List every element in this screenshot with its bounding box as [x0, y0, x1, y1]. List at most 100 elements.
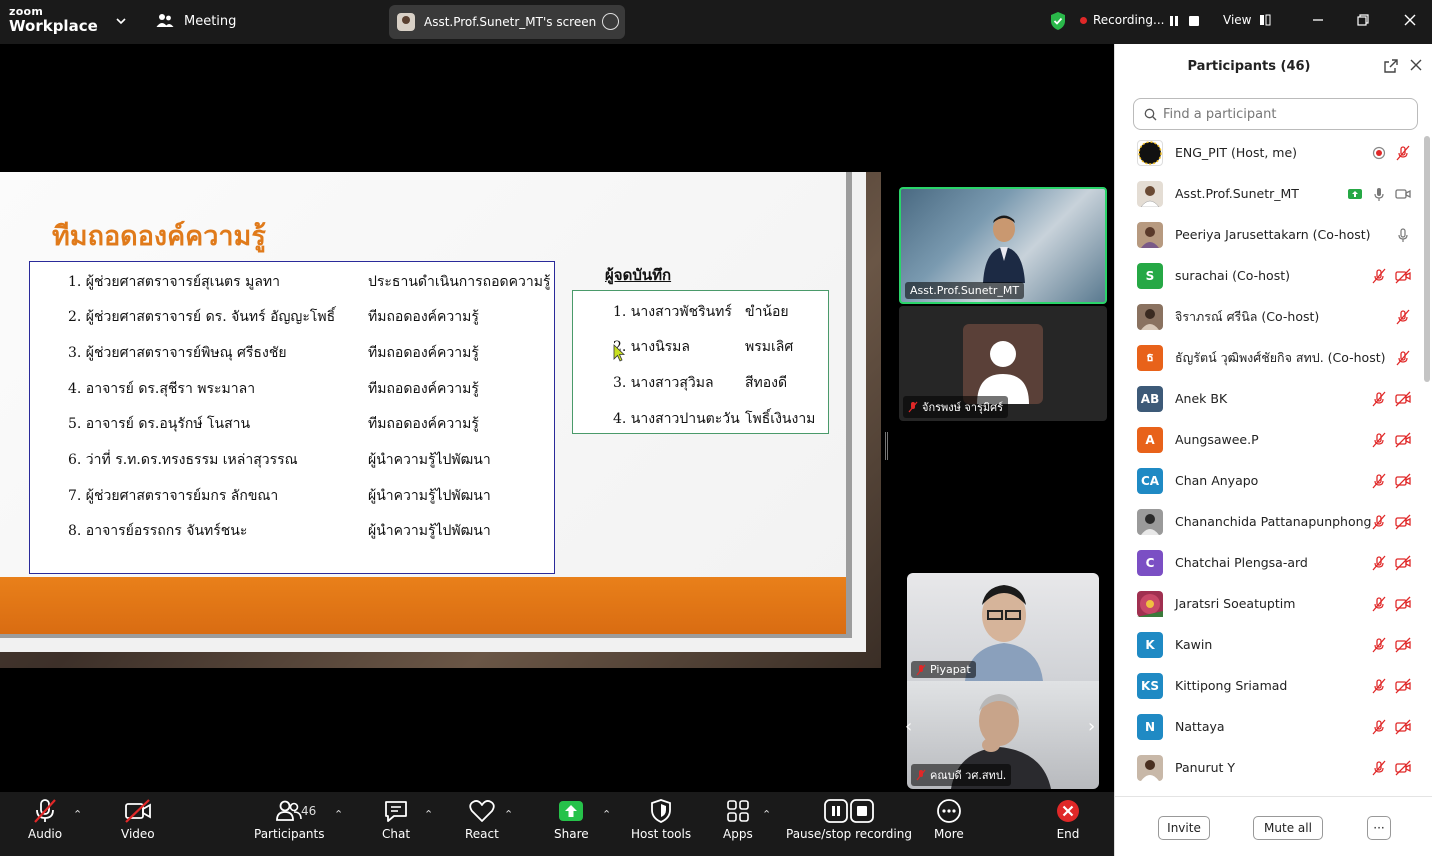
- security-shield-icon[interactable]: [1049, 11, 1067, 31]
- chat-button[interactable]: Chat: [382, 798, 410, 841]
- participant-row[interactable]: A Aungsawee.P: [1115, 419, 1425, 460]
- participant-row[interactable]: Panurut Y: [1115, 747, 1425, 788]
- video-off-icon[interactable]: [1395, 719, 1411, 735]
- share-options-caret[interactable]: ⌃: [602, 808, 611, 821]
- host-tools-button[interactable]: Host tools: [631, 798, 691, 841]
- video-off-icon[interactable]: [1395, 760, 1411, 776]
- muted-mic-icon[interactable]: [1395, 145, 1411, 161]
- video-off-icon[interactable]: [1395, 514, 1411, 530]
- participant-search[interactable]: [1133, 98, 1418, 130]
- muted-mic-icon[interactable]: [1371, 596, 1387, 612]
- close-window-icon[interactable]: [1402, 12, 1418, 28]
- video-off-icon[interactable]: [1395, 637, 1411, 653]
- muted-mic-icon[interactable]: [1395, 350, 1411, 366]
- muted-mic-icon[interactable]: [1371, 760, 1387, 776]
- participant-list-scrollbar[interactable]: [1424, 136, 1430, 382]
- muted-mic-icon[interactable]: [1395, 309, 1411, 325]
- video-off-icon[interactable]: [1395, 555, 1411, 571]
- video-thumbnail-avatar[interactable]: จักรพงษ์ จารุมิศร์: [899, 306, 1107, 421]
- muted-mic-icon[interactable]: [1371, 391, 1387, 407]
- react-button[interactable]: React: [465, 798, 499, 841]
- share-button[interactable]: Share: [554, 798, 589, 841]
- participant-row[interactable]: S surachai (Co-host): [1115, 255, 1425, 296]
- participant-row[interactable]: Peeriya Jarusettakarn (Co-host): [1115, 214, 1425, 255]
- video-thumbnail-dean[interactable]: คณบดี วศ.สทป.: [907, 681, 1099, 789]
- react-options-caret[interactable]: ⌃: [504, 808, 513, 821]
- pause-icon[interactable]: [1167, 14, 1181, 28]
- meeting-menu[interactable]: Meeting: [156, 13, 236, 29]
- apps-button[interactable]: Apps: [723, 798, 753, 841]
- video-off-icon[interactable]: [1395, 432, 1411, 448]
- member-row: 8. อาจารย์อรรถกร จันทร์ชนะ ผู้นำความรู้ไป…: [68, 523, 491, 539]
- video-off-icon[interactable]: [1395, 268, 1411, 284]
- participant-row[interactable]: ธ ธัญรัตน์ วุฒิพงศ์ชัยกิจ สทป. (Co-host): [1115, 337, 1425, 378]
- muted-mic-icon[interactable]: [1371, 555, 1387, 571]
- muted-mic-icon[interactable]: [1371, 268, 1387, 284]
- participant-row[interactable]: CA Chan Anyapo: [1115, 460, 1425, 501]
- audio-button[interactable]: Audio: [28, 798, 62, 841]
- more-options-icon[interactable]: [602, 13, 619, 30]
- mic-icon[interactable]: [1371, 186, 1387, 202]
- participant-row[interactable]: Jaratsri Soeatuptim: [1115, 583, 1425, 624]
- participant-row[interactable]: AB Anek BK: [1115, 378, 1425, 419]
- muted-mic-icon[interactable]: [1371, 432, 1387, 448]
- participant-row[interactable]: ENG_PIT (Host, me): [1115, 132, 1425, 173]
- video-off-icon[interactable]: [1395, 596, 1411, 612]
- pause-stop-recording-button[interactable]: Pause/stop recording: [786, 798, 912, 841]
- next-page-icon[interactable]: ›: [1088, 716, 1095, 737]
- muted-mic-icon[interactable]: [1371, 473, 1387, 489]
- participant-row[interactable]: Chananchida Pattanapunphong: [1115, 501, 1425, 542]
- participant-row[interactable]: K Kawin: [1115, 624, 1425, 665]
- audio-options-caret[interactable]: ⌃: [73, 808, 82, 821]
- restore-icon[interactable]: [1355, 12, 1371, 28]
- mic-icon[interactable]: [1395, 227, 1411, 243]
- apps-options-caret[interactable]: ⌃: [762, 808, 771, 821]
- chat-options-caret[interactable]: ⌃: [424, 808, 433, 821]
- video-camera-icon[interactable]: [1395, 186, 1411, 202]
- slide-canvas: ทีมถอดองค์ความรู้ 1. ผู้ช่วยศาสตราจารย์ส…: [0, 172, 846, 634]
- close-panel-icon[interactable]: [1409, 58, 1423, 72]
- video-button[interactable]: Video: [121, 798, 155, 841]
- muted-mic-icon[interactable]: [1371, 719, 1387, 735]
- mute-all-button[interactable]: Mute all: [1253, 816, 1323, 840]
- pop-out-icon[interactable]: [1383, 58, 1399, 74]
- avatar: K: [1137, 631, 1163, 658]
- search-input[interactable]: [1163, 106, 1403, 122]
- video-off-icon[interactable]: [1395, 391, 1411, 407]
- participant-row[interactable]: จิราภรณ์ ศรีนิล (Co-host): [1115, 296, 1425, 337]
- video-thumbnail-speaker[interactable]: Asst.Prof.Sunetr_MT: [899, 187, 1107, 304]
- video-off-icon[interactable]: [1395, 473, 1411, 489]
- end-button[interactable]: End: [1054, 798, 1082, 841]
- participant-row[interactable]: N Nattaya: [1115, 706, 1425, 747]
- host-avatar-icon: [1138, 140, 1162, 165]
- chevron-down-icon[interactable]: [114, 14, 128, 28]
- member-row: 7. ผู้ช่วยศาสตราจารย์มกร ลักขณา ผู้นำความ…: [68, 488, 491, 504]
- view-menu[interactable]: View: [1223, 13, 1271, 27]
- split-resize-handle[interactable]: [885, 432, 888, 460]
- shared-screen-pill[interactable]: Asst.Prof.Sunetr_MT's screen: [389, 5, 625, 39]
- participants-options-caret[interactable]: ⌃: [334, 808, 343, 821]
- stop-icon[interactable]: [1187, 14, 1201, 28]
- meeting-label: Meeting: [184, 13, 237, 29]
- heart-icon: [469, 800, 495, 822]
- panel-footer: Invite Mute all ···: [1115, 796, 1432, 856]
- participants-count-badge: 46: [301, 804, 317, 818]
- participant-row[interactable]: KS Kittipong Sriamad: [1115, 665, 1425, 706]
- video-thumbnail-piyapat[interactable]: Piyapat: [907, 573, 1099, 681]
- previous-page-icon[interactable]: ‹: [905, 716, 912, 737]
- muted-mic-icon[interactable]: [1371, 514, 1387, 530]
- participant-row[interactable]: Asst.Prof.Sunetr_MT: [1115, 173, 1425, 214]
- video-off-icon[interactable]: [1395, 678, 1411, 694]
- participant-name-tag: Asst.Prof.Sunetr_MT: [905, 282, 1025, 299]
- more-button[interactable]: More: [934, 798, 964, 841]
- invite-button[interactable]: Invite: [1158, 816, 1210, 840]
- minimize-icon[interactable]: [1310, 12, 1326, 28]
- avatar: N: [1137, 713, 1163, 740]
- avatar: C: [1137, 549, 1163, 576]
- recording-icon: [1372, 146, 1386, 160]
- zoom-app: zoom Workplace Meeting Asst.Prof.Sunetr_…: [0, 0, 1432, 856]
- participant-row[interactable]: C Chatchai Plengsa-ard: [1115, 542, 1425, 583]
- muted-mic-icon[interactable]: [1371, 678, 1387, 694]
- muted-mic-icon[interactable]: [1371, 637, 1387, 653]
- more-options-button[interactable]: ···: [1367, 816, 1391, 840]
